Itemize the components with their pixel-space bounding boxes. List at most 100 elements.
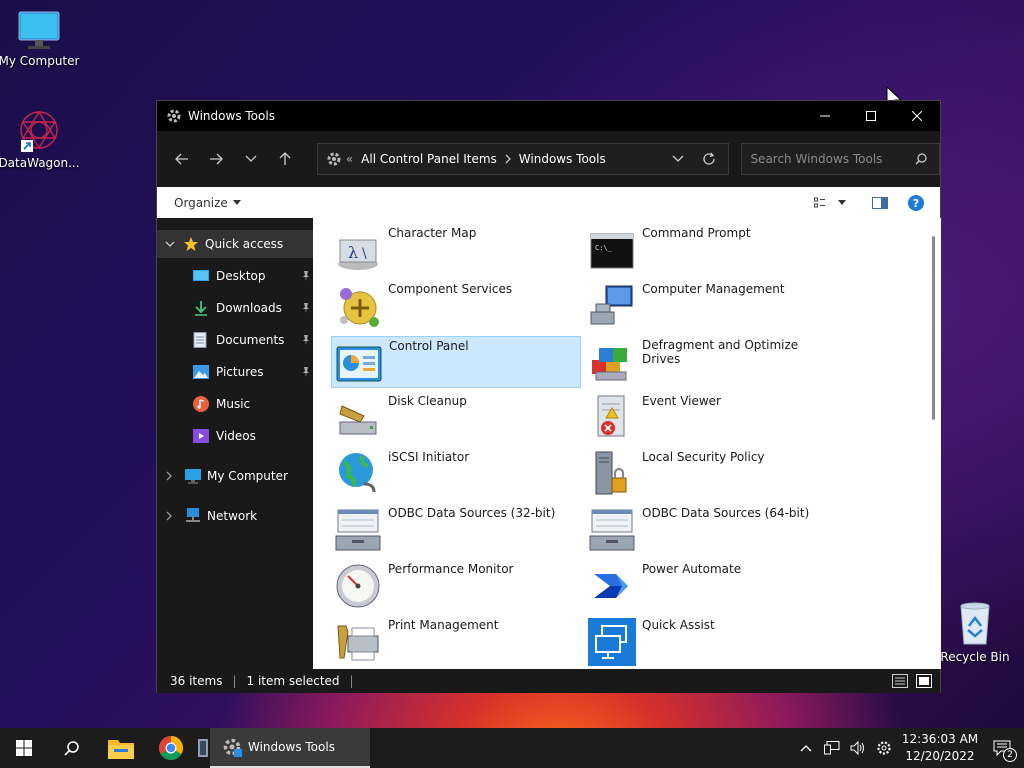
sidebar-item-desktop[interactable]: Desktop <box>193 262 311 290</box>
chrome-taskbar-button[interactable] <box>146 728 196 768</box>
tool-tile[interactable]: Event Viewer <box>585 392 835 444</box>
sidebar-item-documents[interactable]: Documents <box>193 326 311 354</box>
chevron-down-icon[interactable] <box>672 155 684 163</box>
tool-tile[interactable]: Performance Monitor <box>331 560 581 612</box>
close-button[interactable] <box>894 101 940 131</box>
tool-name: iSCSI Initiator <box>388 450 470 464</box>
tool-tile[interactable]: Component Services <box>331 280 581 332</box>
command-bar: Organize ? <box>157 187 940 218</box>
disk-cleanup-icon <box>339 405 377 435</box>
forward-button[interactable] <box>201 144 230 174</box>
pin-icon[interactable] <box>301 271 311 281</box>
large-icons-view-icon[interactable] <box>916 674 932 688</box>
pin-icon[interactable] <box>301 303 311 313</box>
address-bar[interactable]: « All Control Panel Items Windows Tools <box>316 143 730 175</box>
item-count: 36 items <box>170 674 223 688</box>
chevron-right-icon[interactable] <box>165 511 173 521</box>
windows-tools-icon <box>327 152 341 166</box>
tool-tile[interactable]: Power Automate <box>585 560 835 612</box>
settings-gear-icon[interactable] <box>876 740 892 756</box>
sidebar-item-label: Desktop <box>216 269 266 283</box>
status-separator: | <box>349 674 354 688</box>
sidebar-item-my-computer[interactable]: My Computer <box>165 462 288 490</box>
view-options-icon[interactable] <box>814 197 826 209</box>
details-view-icon[interactable] <box>892 674 908 688</box>
sidebar-item-network[interactable]: Network <box>165 502 257 530</box>
breadcrumb-control-panel[interactable]: All Control Panel Items <box>361 152 497 166</box>
sidebar-item-downloads[interactable]: Downloads <box>193 294 311 322</box>
tool-tile[interactable]: Disk Cleanup <box>331 392 581 444</box>
search-button[interactable] <box>48 728 96 768</box>
close-icon <box>912 111 922 121</box>
windows-tools-icon <box>167 109 181 123</box>
tool-name: Character Map <box>388 226 477 240</box>
desktop-icon-datawagon[interactable]: DataWagon... <box>0 108 80 170</box>
tool-tile[interactable]: Print Management <box>331 616 581 668</box>
tool-name: Component Services <box>388 282 513 296</box>
tool-name: Performance Monitor <box>388 562 514 576</box>
chevron-up-icon[interactable] <box>800 744 812 752</box>
desktop-icon-my-computer[interactable]: My Computer <box>0 10 80 68</box>
tool-tile[interactable]: Quick Assist <box>585 616 835 668</box>
tool-tile-selected[interactable]: Control Panel <box>331 336 581 388</box>
event-viewer-icon <box>597 395 625 437</box>
picture-icon <box>193 365 209 379</box>
breadcrumb-overflow[interactable]: « <box>346 152 353 166</box>
search-box[interactable]: Search Windows Tools <box>741 143 940 175</box>
start-button[interactable] <box>0 728 48 768</box>
tool-tile[interactable]: ODBC Data Sources (64-bit) <box>585 504 835 556</box>
vertical-scrollbar[interactable] <box>927 218 941 669</box>
chevron-down-icon[interactable] <box>165 240 175 248</box>
power-automate-icon <box>594 574 628 598</box>
tool-tile[interactable]: Local Security Policy <box>585 448 835 500</box>
pin-icon[interactable] <box>301 335 311 345</box>
sidebar-item-videos[interactable]: Videos <box>193 422 256 450</box>
app-taskbar-button[interactable] <box>196 728 210 768</box>
tool-tile[interactable]: Defragment and Optimize Drives <box>585 336 835 388</box>
sidebar-item-quick-access[interactable]: Quick access <box>165 230 283 258</box>
back-button[interactable] <box>167 144 196 174</box>
volume-icon[interactable] <box>850 741 866 755</box>
recent-locations-button[interactable] <box>236 144 265 174</box>
network-icon[interactable] <box>824 741 840 755</box>
tool-tile[interactable]: ODBC Data Sources (32-bit) <box>331 504 581 556</box>
odbc-64-icon <box>589 509 635 551</box>
tool-name: Defragment and Optimize Drives <box>642 338 799 366</box>
sidebar-item-label: Downloads <box>216 301 282 315</box>
local-security-policy-icon <box>595 451 627 495</box>
window-title: Windows Tools <box>188 109 275 123</box>
pin-icon[interactable] <box>301 367 311 377</box>
sidebar-item-music[interactable]: Music <box>193 390 250 418</box>
tool-name: ODBC Data Sources (32-bit) <box>388 506 556 520</box>
up-button[interactable] <box>270 144 299 174</box>
tool-tile[interactable]: iSCSI Initiator <box>331 448 581 500</box>
file-explorer-taskbar-button[interactable] <box>96 728 146 768</box>
organize-button[interactable]: Organize <box>174 196 228 210</box>
search-input[interactable]: Search Windows Tools <box>750 152 882 166</box>
notification-center-button[interactable]: 2 <box>980 728 1024 768</box>
tool-tile[interactable]: λ \ Character Map <box>331 224 581 276</box>
character-map-icon: λ \ <box>338 239 378 270</box>
scrollbar-thumb[interactable] <box>932 236 935 420</box>
minimize-button[interactable] <box>802 101 848 131</box>
refresh-icon[interactable] <box>702 152 716 166</box>
system-tray: 12:36:03 AM 12/20/2022 2 <box>800 728 1024 768</box>
help-icon[interactable]: ? <box>908 194 924 211</box>
desktop-icon-recycle-bin[interactable]: Recycle Bin <box>934 600 1016 664</box>
caret-down-icon[interactable] <box>838 200 846 205</box>
breadcrumb-windows-tools[interactable]: Windows Tools <box>519 152 606 166</box>
title-bar[interactable]: Windows Tools <box>157 101 940 131</box>
windows-tools-taskbar-button[interactable]: Windows Tools <box>210 728 370 768</box>
status-bar: 36 items | 1 item selected | <box>157 669 940 693</box>
preview-pane-icon[interactable] <box>872 196 888 209</box>
print-management-icon <box>337 625 379 661</box>
chevron-right-icon[interactable] <box>165 471 173 481</box>
sidebar-item-pictures[interactable]: Pictures <box>193 358 311 386</box>
tool-tile[interactable]: Computer Management <box>585 280 835 332</box>
monitor-icon <box>185 468 201 484</box>
chevron-down-icon <box>245 155 257 162</box>
tool-tile[interactable]: C:\_ Command Prompt <box>585 224 835 276</box>
clock-time: 12:36:03 AM <box>901 732 979 746</box>
clock[interactable]: 12:36:03 AM 12/20/2022 <box>900 731 980 765</box>
maximize-button[interactable] <box>848 101 894 131</box>
